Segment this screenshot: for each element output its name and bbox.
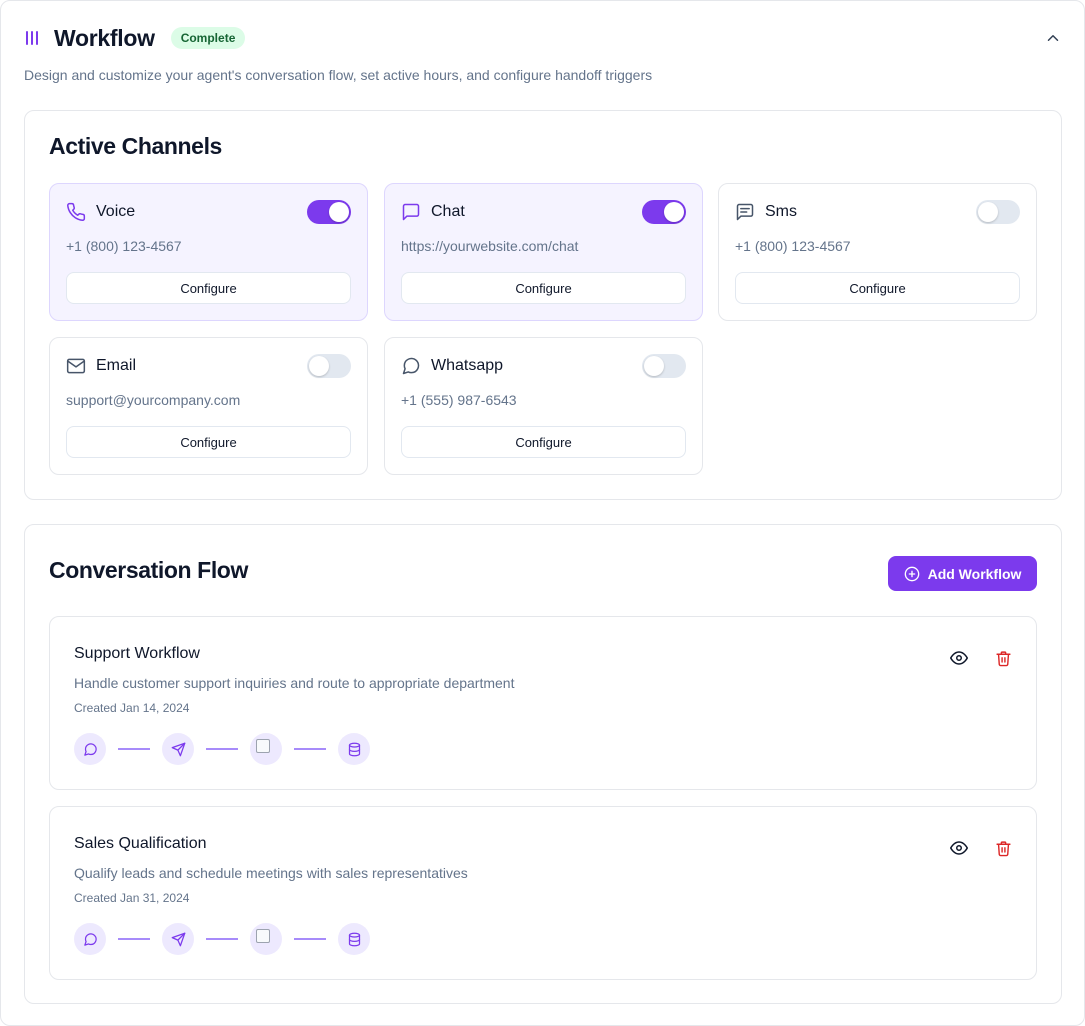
- channel-detail: https://yourwebsite.com/chat: [401, 238, 579, 254]
- workflow-created-date: Created Jan 14, 2024: [74, 701, 190, 715]
- workflow-panel: Workflow Complete Design and customize y…: [0, 0, 1085, 1026]
- step-connector: [294, 748, 326, 750]
- step-connector: [118, 938, 150, 940]
- send-icon: [162, 733, 194, 765]
- chat-bubble-icon: [74, 923, 106, 955]
- step-connector: [294, 938, 326, 940]
- workflow-description: Handle customer support inquiries and ro…: [74, 675, 515, 691]
- broken-image-icon: [250, 733, 282, 765]
- chat-bubble-icon: [74, 733, 106, 765]
- step-connector: [206, 938, 238, 940]
- channel-toggle-chat[interactable]: [642, 200, 686, 224]
- workflow-name: Support Workflow: [74, 645, 200, 662]
- channel-card-email: Email support@yourcompany.com Configure: [49, 337, 368, 475]
- channel-name: Whatsapp: [431, 357, 504, 374]
- send-icon: [162, 923, 194, 955]
- database-icon: [338, 923, 370, 955]
- workflow-card[interactable]: Support Workflow Handle customer support…: [49, 616, 1037, 790]
- workflow-name: Sales Qualification: [74, 835, 207, 852]
- channel-detail: support@yourcompany.com: [66, 392, 241, 408]
- channel-card-voice: Voice +1 (800) 123-4567 Configure: [49, 183, 368, 321]
- speech-bubble-icon: [401, 356, 421, 376]
- section-title: Active Channels: [49, 133, 222, 159]
- active-channels-card: Active Channels Voice +1 (800) 123-4567 …: [24, 110, 1062, 500]
- message-lines-icon: [735, 202, 755, 222]
- channel-card-chat: Chat https://yourwebsite.com/chat Config…: [384, 183, 703, 321]
- add-workflow-label: Add Workflow: [927, 565, 1022, 582]
- add-workflow-button[interactable]: Add Workflow: [888, 556, 1037, 591]
- configure-button[interactable]: Configure: [735, 272, 1020, 304]
- step-connector: [118, 748, 150, 750]
- configure-button[interactable]: Configure: [401, 272, 686, 304]
- workflow-description: Qualify leads and schedule meetings with…: [74, 865, 468, 881]
- configure-button[interactable]: Configure: [66, 272, 351, 304]
- drag-handle-icon[interactable]: [24, 30, 40, 46]
- page-subtitle: Design and customize your agent's conver…: [24, 67, 653, 83]
- workflow-created-date: Created Jan 31, 2024: [74, 891, 190, 905]
- channel-detail: +1 (800) 123-4567: [66, 238, 182, 254]
- conversation-flow-card: Conversation Flow Add Workflow Support W…: [24, 524, 1062, 1004]
- channel-name: Voice: [96, 203, 136, 220]
- workflow-header: Workflow Complete: [24, 23, 1062, 53]
- channel-name: Sms: [765, 203, 797, 220]
- chat-bubble-icon: [401, 202, 421, 222]
- trash-icon[interactable]: [994, 649, 1012, 667]
- channel-name: Email: [96, 357, 137, 374]
- workflow-steps: [74, 923, 370, 955]
- channel-toggle-voice[interactable]: [307, 200, 351, 224]
- channel-card-sms: Sms +1 (800) 123-4567 Configure: [718, 183, 1037, 321]
- step-connector: [206, 748, 238, 750]
- eye-icon[interactable]: [950, 839, 968, 857]
- broken-image-icon: [250, 923, 282, 955]
- channel-detail: +1 (555) 987-6543: [401, 392, 517, 408]
- mail-icon: [66, 356, 86, 376]
- phone-icon: [66, 202, 86, 222]
- eye-icon[interactable]: [950, 649, 968, 667]
- channel-card-whatsapp: Whatsapp +1 (555) 987-6543 Configure: [384, 337, 703, 475]
- database-icon: [338, 733, 370, 765]
- configure-button[interactable]: Configure: [66, 426, 351, 458]
- workflow-card[interactable]: Sales Qualification Qualify leads and sc…: [49, 806, 1037, 980]
- channel-toggle-whatsapp[interactable]: [642, 354, 686, 378]
- status-badge: Complete: [170, 27, 246, 49]
- chevron-up-icon[interactable]: [1044, 29, 1062, 47]
- plus-circle-icon: [904, 566, 920, 582]
- page-title: Workflow: [54, 24, 155, 51]
- channel-toggle-email[interactable]: [307, 354, 351, 378]
- workflow-steps: [74, 733, 370, 765]
- trash-icon[interactable]: [994, 839, 1012, 857]
- channel-detail: +1 (800) 123-4567: [735, 238, 851, 254]
- section-title: Conversation Flow: [49, 557, 248, 583]
- channel-toggle-sms[interactable]: [976, 200, 1020, 224]
- channel-name: Chat: [431, 203, 465, 220]
- configure-button[interactable]: Configure: [401, 426, 686, 458]
